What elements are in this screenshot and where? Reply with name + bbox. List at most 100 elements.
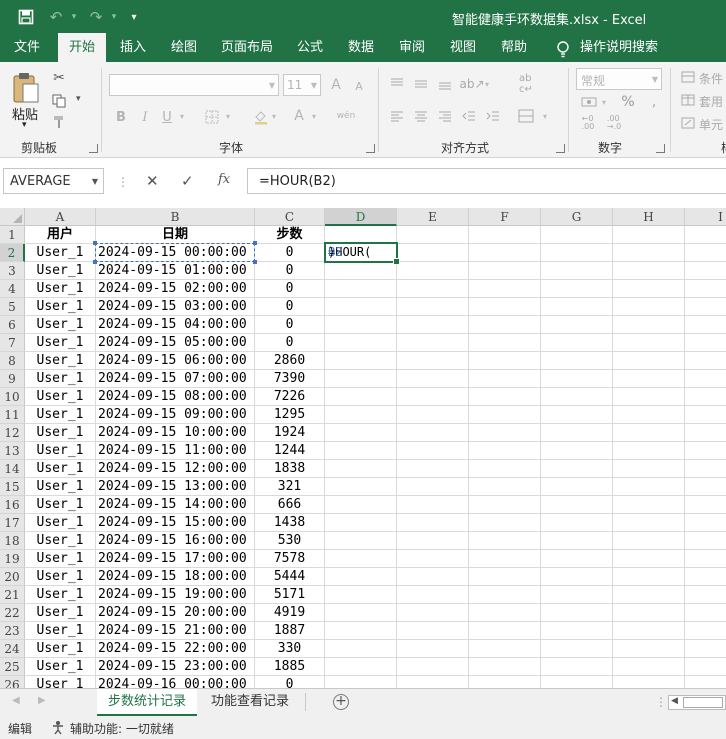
row-header[interactable]: 15 (0, 478, 25, 496)
tab-home[interactable]: 开始 (58, 33, 106, 62)
cell-user[interactable]: User_1 (25, 388, 95, 406)
cell-user[interactable]: User_1 (25, 640, 95, 658)
sheet-scroll-left-icon[interactable]: ◀ (12, 695, 20, 706)
cut-icon[interactable]: ✂ (50, 70, 68, 86)
align-left-icon[interactable] (389, 108, 405, 124)
cell-styles-icon[interactable] (680, 116, 696, 130)
copy-icon[interactable] (50, 93, 68, 109)
cell-steps[interactable]: 2860 (255, 352, 324, 370)
cell-date[interactable]: 2024-09-15 14:00:00 (98, 496, 256, 514)
tab-splitter-icon[interactable]: ⋮ (655, 695, 667, 709)
name-box-dropdown-icon[interactable]: ▼ (92, 177, 98, 186)
cell-styles-label[interactable]: 单元 (699, 116, 723, 133)
row-header[interactable]: 22 (0, 604, 25, 622)
cell-user[interactable]: User_1 (25, 604, 95, 622)
column-header-b[interactable]: B (96, 208, 255, 226)
tab-page-layout[interactable]: 页面布局 (217, 33, 277, 62)
align-top-icon[interactable] (389, 76, 405, 92)
row-header[interactable]: 25 (0, 658, 25, 676)
cell-date[interactable]: 2024-09-15 05:00:00 (98, 334, 256, 352)
cell-user[interactable]: User_1 (25, 532, 95, 550)
cell-user[interactable]: User_1 (25, 316, 95, 334)
row-header[interactable]: 3 (0, 262, 25, 280)
cell-steps[interactable]: 0 (255, 298, 324, 316)
cell-date[interactable]: 2024-09-15 10:00:00 (98, 424, 256, 442)
fill-color-icon[interactable] (253, 108, 269, 126)
number-format-combo[interactable]: 常规 ▼ (576, 68, 662, 90)
cell-user[interactable]: User_1 (25, 586, 95, 604)
tab-review[interactable]: 审阅 (392, 33, 432, 62)
row-header[interactable]: 13 (0, 442, 25, 460)
align-center-icon[interactable] (413, 108, 429, 124)
row-header[interactable]: 2 (0, 244, 25, 262)
cell-date[interactable]: 2024-09-15 06:00:00 (98, 352, 256, 370)
redo-icon[interactable]: ↷ (86, 7, 106, 27)
cell-date[interactable]: 2024-09-15 01:00:00 (98, 262, 256, 280)
cell-date[interactable]: 2024-09-15 22:00:00 (98, 640, 256, 658)
cell-date[interactable]: 2024-09-15 21:00:00 (98, 622, 256, 640)
cell-date[interactable]: 2024-09-15 02:00:00 (98, 280, 256, 298)
cell-date[interactable]: 2024-09-15 13:00:00 (98, 478, 256, 496)
worksheet-grid[interactable]: A B C D E F G H I 1 2 3 4 5 6 7 8 9 10 11 12 13 14 15 1… (0, 208, 726, 688)
percent-icon[interactable]: % (619, 94, 637, 110)
row-header[interactable]: 11 (0, 406, 25, 424)
cell-date[interactable]: 2024-09-15 15:00:00 (98, 514, 256, 532)
merge-dropdown-icon[interactable]: ▾ (543, 112, 547, 121)
cell-user[interactable]: User_1 (25, 676, 95, 688)
cell-user[interactable]: User_1 (25, 442, 95, 460)
save-icon[interactable] (16, 7, 36, 27)
insert-function-button[interactable]: fx (218, 172, 230, 187)
accounting-format-icon[interactable] (580, 94, 598, 110)
sheet-tab-features[interactable]: 功能查看记录 (202, 689, 298, 716)
row-header[interactable]: 5 (0, 298, 25, 316)
row-header[interactable]: 20 (0, 568, 25, 586)
cell-user[interactable]: User_1 (25, 280, 95, 298)
tab-help[interactable]: 帮助 (494, 33, 534, 62)
tell-me-search[interactable]: 操作说明搜索 (580, 33, 660, 62)
cell-steps[interactable]: 7226 (255, 388, 324, 406)
tab-view[interactable]: 视图 (443, 33, 483, 62)
cell-steps[interactable]: 5444 (255, 568, 324, 586)
row-header[interactable]: 18 (0, 532, 25, 550)
tab-formulas[interactable]: 公式 (290, 33, 330, 62)
cell-user[interactable]: User_1 (25, 262, 95, 280)
scroll-thumb[interactable] (683, 697, 723, 708)
tab-file[interactable]: 文件 (5, 33, 49, 62)
cell-date[interactable]: 2024-09-15 11:00:00 (98, 442, 256, 460)
cell-steps[interactable]: 666 (255, 496, 324, 514)
paste-dropdown-icon[interactable]: ▾ (22, 120, 27, 130)
cell-date[interactable]: 2024-09-16 00:00:00 (98, 676, 256, 688)
accessibility-icon[interactable] (50, 719, 66, 738)
cell-date[interactable]: 2024-09-15 23:00:00 (98, 658, 256, 676)
column-header-g[interactable]: G (541, 208, 613, 226)
cell-steps[interactable]: 530 (255, 532, 324, 550)
cell-user[interactable]: User_1 (25, 424, 95, 442)
clipboard-launcher-icon[interactable] (89, 144, 98, 153)
merge-center-icon[interactable] (517, 108, 535, 124)
select-all-button[interactable] (0, 208, 25, 226)
cell-date[interactable]: 2024-09-15 07:00:00 (98, 370, 256, 388)
cell-steps[interactable]: 1887 (255, 622, 324, 640)
number-launcher-icon[interactable] (656, 144, 665, 153)
enter-entry-button[interactable]: ✓ (181, 172, 194, 190)
header-cell-date[interactable]: 日期 (96, 226, 254, 244)
copy-dropdown-icon[interactable]: ▾ (76, 94, 81, 104)
cell-steps[interactable]: 1924 (255, 424, 324, 442)
orientation-dropdown-icon[interactable]: ▾ (485, 80, 489, 89)
cell-steps[interactable]: 1244 (255, 442, 324, 460)
font-size-combo[interactable]: 11 ▼ (283, 74, 321, 96)
row-header[interactable]: 21 (0, 586, 25, 604)
column-header-f[interactable]: F (469, 208, 541, 226)
tab-data[interactable]: 数据 (341, 33, 381, 62)
column-header-d[interactable]: D (325, 208, 397, 226)
cell-date[interactable]: 2024-09-15 08:00:00 (98, 388, 256, 406)
decrease-decimal-icon[interactable]: .00 →.0 (604, 114, 624, 132)
decrease-indent-icon[interactable] (461, 108, 477, 124)
cell-date[interactable]: 2024-09-15 20:00:00 (98, 604, 256, 622)
column-header-a[interactable]: A (25, 208, 96, 226)
cell-user[interactable]: User_1 (25, 496, 95, 514)
underline-dropdown-icon[interactable]: ▾ (180, 112, 184, 121)
cell-steps[interactable]: 7578 (255, 550, 324, 568)
cell-date[interactable]: 2024-09-15 18:00:00 (98, 568, 256, 586)
row-header[interactable]: 7 (0, 334, 25, 352)
